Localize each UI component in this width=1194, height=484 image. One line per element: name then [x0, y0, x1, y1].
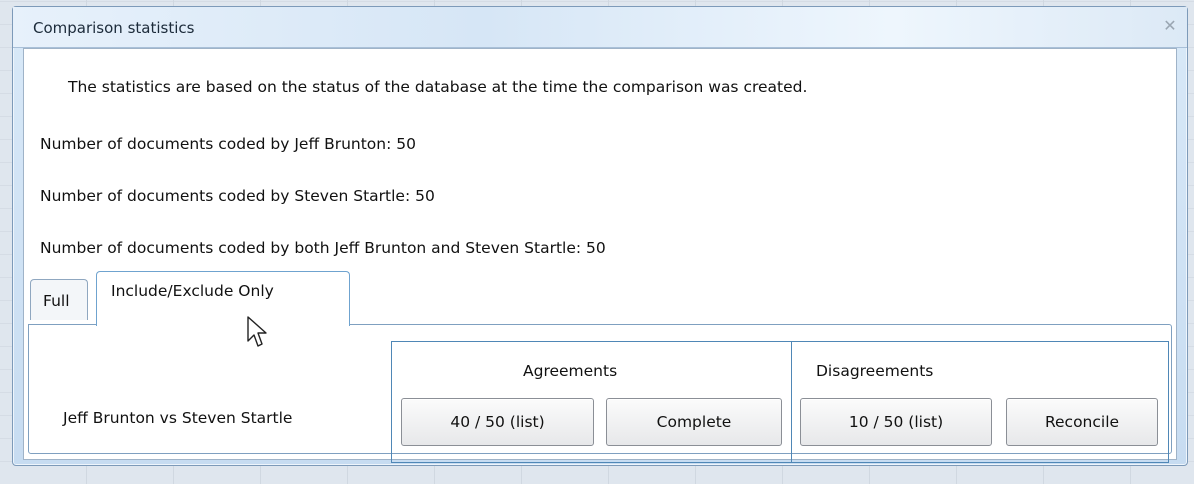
disagreements-header: Disagreements [816, 362, 934, 380]
statistics-note: The statistics are based on the status o… [68, 78, 808, 96]
tab-panel-include-exclude: Jeff Brunton vs Steven Startle Agreement… [28, 324, 1172, 463]
column-divider [791, 342, 792, 462]
coder1-document-count: Number of documents coded by Jeff Brunto… [40, 135, 416, 153]
agreements-header: Agreements [523, 362, 618, 380]
dialog-title: Comparison statistics [33, 19, 195, 37]
disagreements-list-button[interactable]: 10 / 50 (list) [800, 398, 992, 446]
tab-include-exclude-only[interactable]: Include/Exclude Only [96, 271, 350, 326]
title-bar[interactable]: Comparison statistics ✕ [13, 7, 1187, 48]
tab-full-label: Full [43, 292, 70, 310]
comparison-row-label: Jeff Brunton vs Steven Startle [63, 409, 293, 427]
tab-full[interactable]: Full [30, 279, 88, 320]
agreement-table: Agreements Disagreements 40 / 50 (list) … [391, 341, 1169, 463]
comparison-statistics-dialog: Comparison statistics ✕ The statistics a… [12, 6, 1188, 466]
coder2-document-count: Number of documents coded by Steven Star… [40, 187, 435, 205]
reconcile-button[interactable]: Reconcile [1006, 398, 1158, 446]
complete-button[interactable]: Complete [606, 398, 782, 446]
tab-include-exclude-label: Include/Exclude Only [111, 282, 274, 300]
agreements-list-button[interactable]: 40 / 50 (list) [401, 398, 594, 446]
dialog-content: The statistics are based on the status o… [23, 48, 1177, 463]
mouse-pointer-icon [247, 316, 267, 347]
close-icon[interactable]: ✕ [1161, 17, 1179, 35]
both-coders-document-count: Number of documents coded by both Jeff B… [40, 239, 606, 257]
